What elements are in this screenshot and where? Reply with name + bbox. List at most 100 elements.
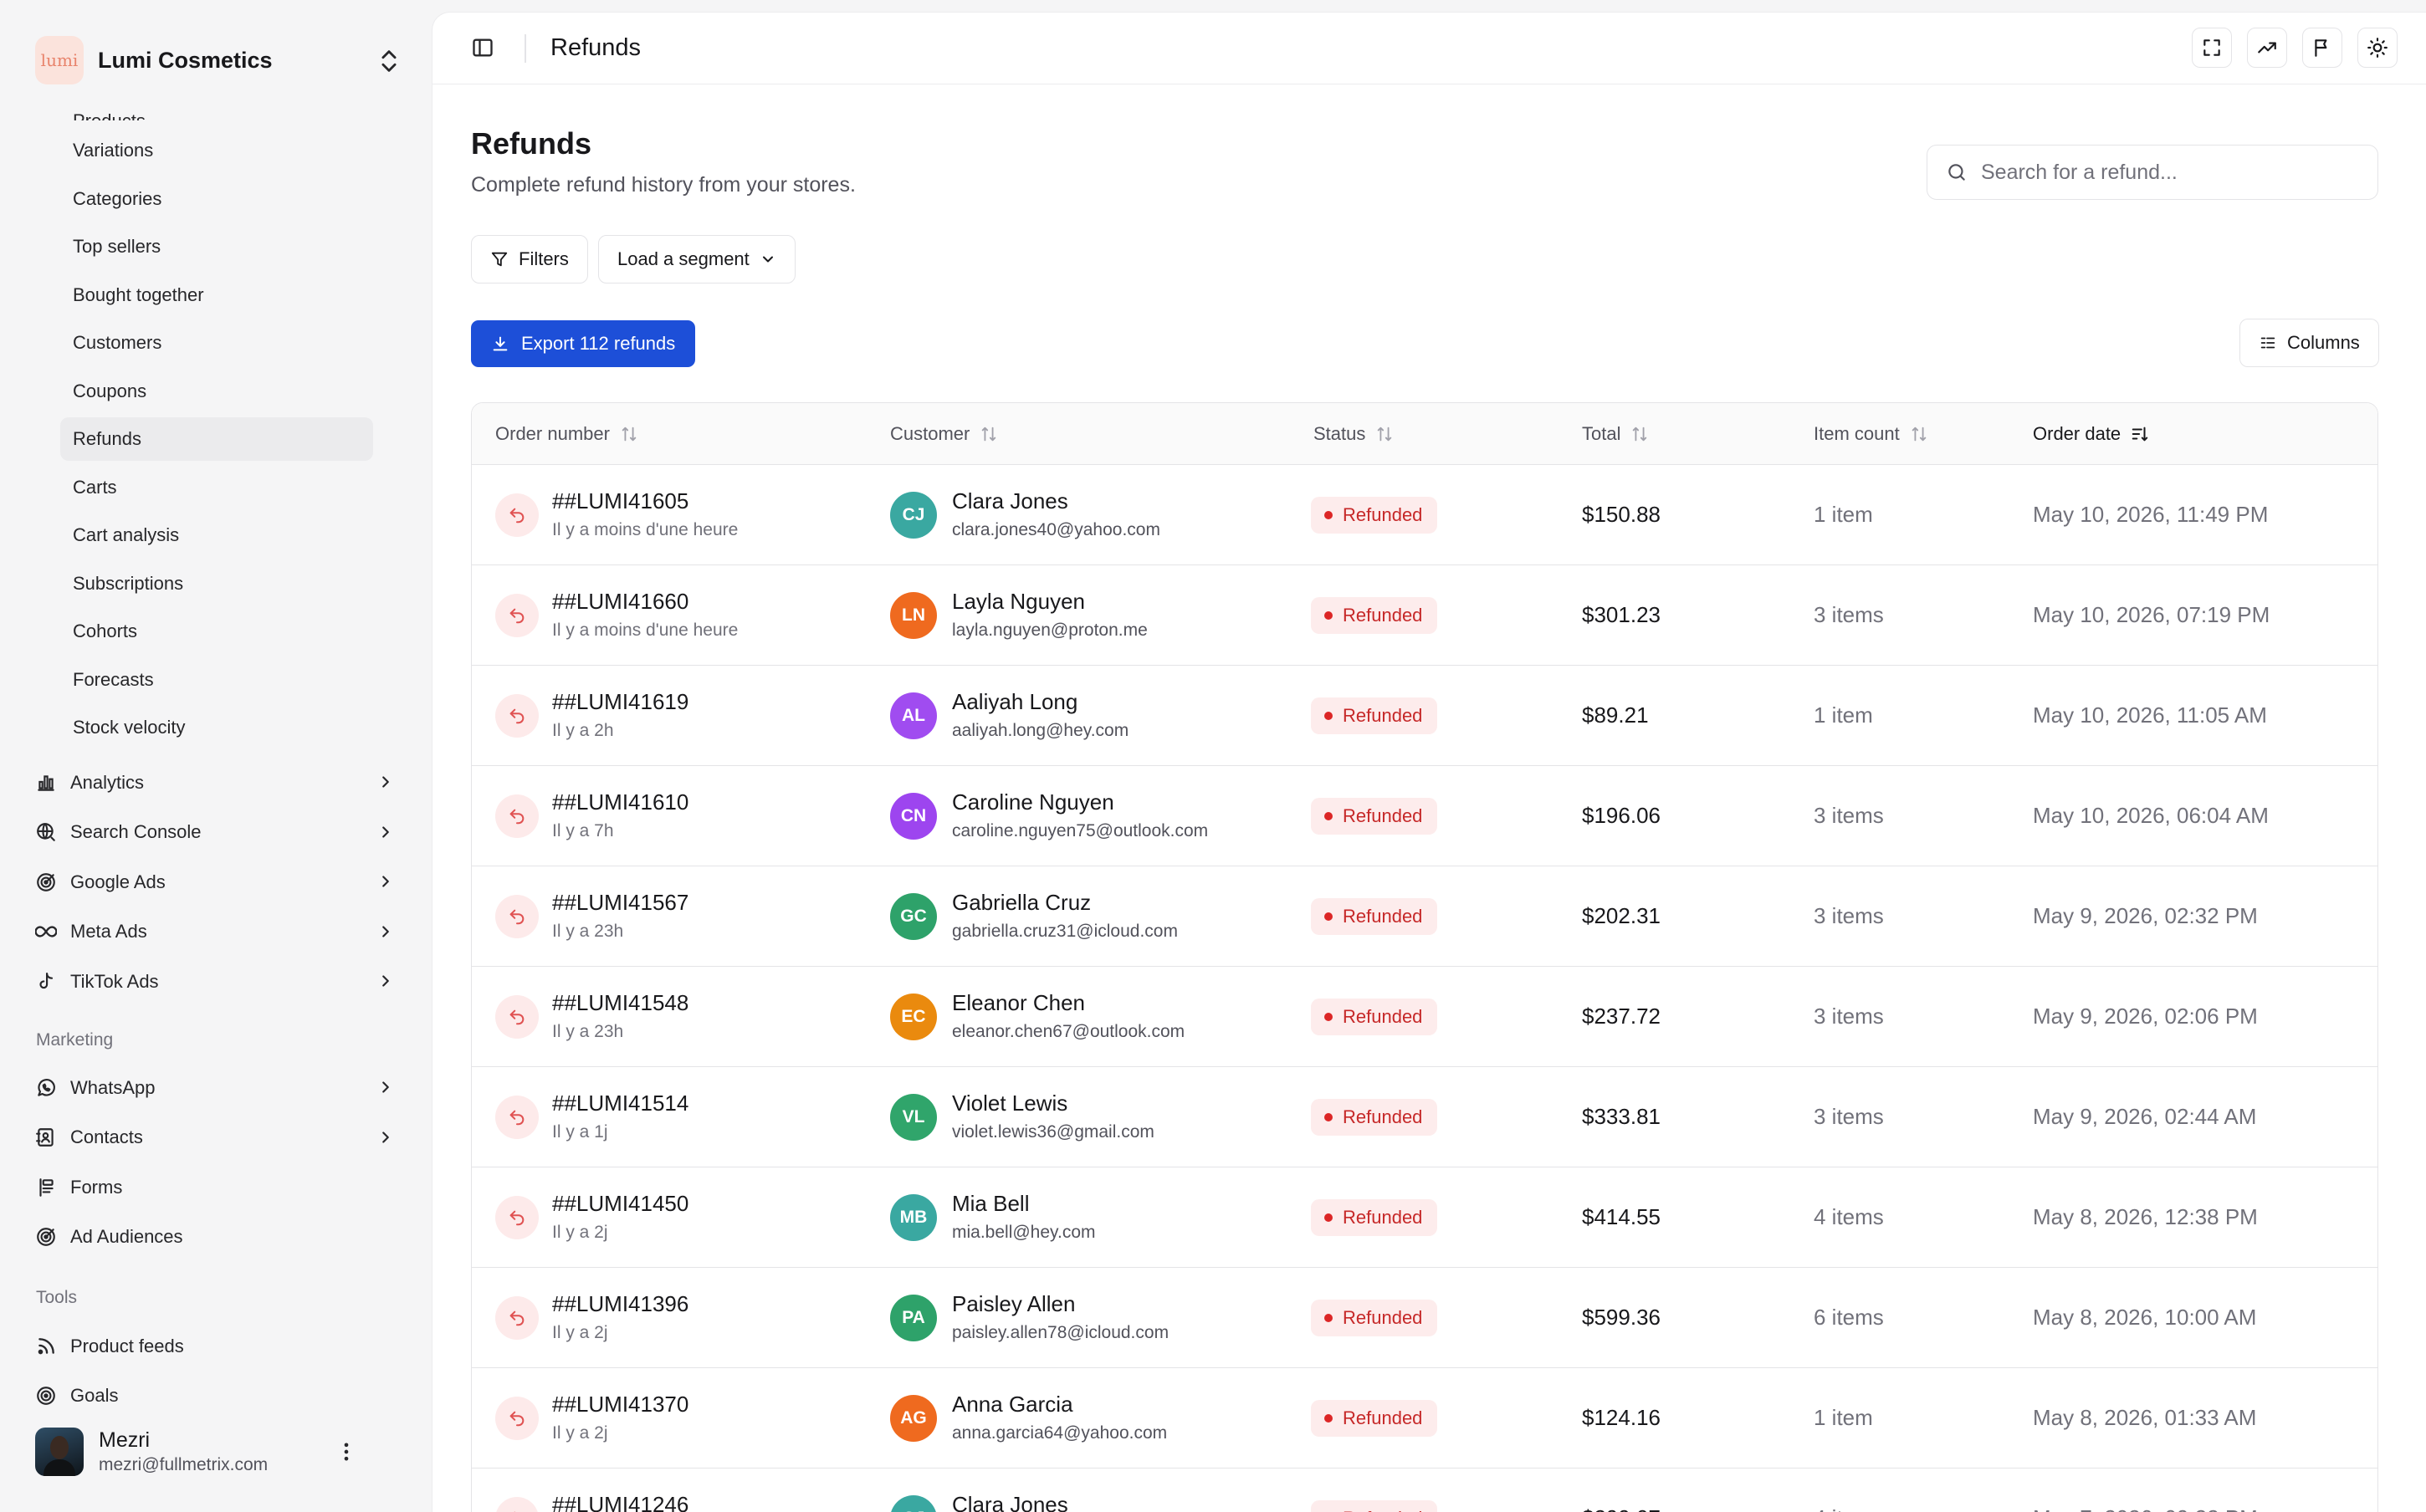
flag-button[interactable] bbox=[2302, 28, 2342, 68]
table-row[interactable]: ##LUMI41610 Il y a 7h CN Caroline Nguyen car… bbox=[472, 766, 2377, 866]
sidebar-item-goals[interactable]: Goals bbox=[35, 1372, 408, 1422]
status-dot bbox=[1324, 1013, 1333, 1021]
table-row[interactable]: ##LUMI41548 Il y a 23h EC Eleanor Chen elean… bbox=[472, 967, 2377, 1067]
sidebar-item-bought-together[interactable]: Bought together bbox=[60, 273, 373, 317]
order-number[interactable]: ##LUMI41605 bbox=[552, 488, 688, 514]
sidebar-item-categories[interactable]: Categories bbox=[60, 177, 373, 221]
order-relative-time: Il y a moins d'une heure bbox=[552, 621, 739, 640]
column-header-status[interactable]: Status bbox=[1313, 423, 1394, 445]
order-date: May 9, 2026, 02:44 AM bbox=[2033, 1104, 2257, 1129]
sidebar-item-customers[interactable]: Customers bbox=[60, 321, 373, 365]
column-header-item-count[interactable]: Item count bbox=[1814, 423, 1928, 445]
table-row[interactable]: ##LUMI41619 Il y a 2h AL Aaliyah Long aaliya… bbox=[472, 666, 2377, 766]
sidebar-item-forms[interactable]: Forms bbox=[35, 1162, 408, 1213]
sidebar-item-contacts[interactable]: Contacts bbox=[35, 1113, 408, 1163]
customer-email: gabriella.cruz31@icloud.com bbox=[952, 922, 1178, 941]
refund-icon-badge bbox=[495, 1497, 539, 1512]
tiktok-icon bbox=[35, 971, 57, 993]
fullscreen-button[interactable] bbox=[2192, 28, 2232, 68]
sidebar-item-top-sellers[interactable]: Top sellers bbox=[60, 225, 373, 268]
store-switcher[interactable]: lumi Lumi Cosmetics bbox=[35, 35, 403, 85]
forms-icon bbox=[35, 1177, 57, 1198]
theme-toggle-button[interactable] bbox=[2357, 28, 2398, 68]
order-number[interactable]: ##LUMI41396 bbox=[552, 1291, 688, 1317]
status-dot bbox=[1324, 712, 1333, 720]
sidebar-item-forecasts[interactable]: Forecasts bbox=[60, 658, 373, 702]
order-number[interactable]: ##LUMI41548 bbox=[552, 990, 688, 1016]
sidebar-toggle-icon[interactable] bbox=[471, 36, 494, 59]
table-body: ##LUMI41605 Il y a moins d'une heure CJ Cla… bbox=[472, 465, 2377, 1512]
columns-button[interactable]: Columns bbox=[2239, 319, 2379, 367]
sidebar-item-label: Google Ads bbox=[70, 871, 166, 892]
customer-name: Layla Nguyen bbox=[952, 589, 1085, 614]
table-row[interactable]: ##LUMI41567 Il y a 23h GC Gabriella Cruz gab… bbox=[472, 866, 2377, 967]
export-button[interactable]: Export 112 refunds bbox=[471, 320, 696, 367]
sidebar-item-stock-velocity[interactable]: Stock velocity bbox=[60, 706, 373, 749]
sidebar-item-search-console[interactable]: Search Console bbox=[35, 808, 408, 858]
table-row[interactable]: ##LUMI41450 Il y a 2j MB Mia Bell mia.bell@h… bbox=[472, 1167, 2377, 1268]
sidebar-item-tiktok-ads[interactable]: TikTok Ads bbox=[35, 957, 408, 1007]
sidebar-item-refunds[interactable]: Refunds bbox=[60, 417, 373, 461]
sidebar-item-whatsapp[interactable]: WhatsApp bbox=[35, 1063, 408, 1113]
filters-label: Filters bbox=[519, 248, 569, 269]
load-segment-dropdown[interactable]: Load a segment bbox=[598, 235, 796, 284]
sidebar-item-coupons[interactable]: Coupons bbox=[60, 370, 373, 413]
refund-icon-badge bbox=[495, 794, 539, 838]
brand-name: Lumi Cosmetics bbox=[98, 47, 273, 73]
customer-email: clara.jones40@yahoo.com bbox=[952, 520, 1160, 539]
sidebar-item-meta-ads[interactable]: Meta Ads bbox=[35, 907, 408, 958]
table-row[interactable]: ##LUMI41660 Il y a moins d'une heure LN Lay… bbox=[472, 565, 2377, 666]
sidebar-item-cart-analysis[interactable]: Cart analysis bbox=[60, 513, 373, 557]
column-header-order-number[interactable]: Order number bbox=[495, 423, 638, 445]
customer-name: Clara Jones bbox=[952, 1492, 1068, 1512]
sidebar-item-subscriptions[interactable]: Subscriptions bbox=[60, 562, 373, 605]
sidebar-item-products[interactable]: Products bbox=[60, 90, 373, 120]
column-header-customer[interactable]: Customer bbox=[890, 423, 998, 445]
table-row[interactable]: ##LUMI41605 Il y a moins d'une heure CJ Cla… bbox=[472, 465, 2377, 565]
column-header-total[interactable]: Total bbox=[1582, 423, 1649, 445]
order-total: $124.16 bbox=[1582, 1405, 1661, 1430]
order-relative-time: Il y a 2h bbox=[552, 721, 614, 740]
sidebar-item-cohorts[interactable]: Cohorts bbox=[60, 610, 373, 653]
fullscreen-icon bbox=[2203, 39, 2220, 56]
sidebar-item-variations[interactable]: Variations bbox=[60, 129, 373, 172]
sidebar-item-ad-audiences[interactable]: Ad Audiences bbox=[35, 1213, 408, 1263]
refund-icon-badge bbox=[495, 694, 539, 738]
sidebar-item-product-feeds[interactable]: Product feeds bbox=[35, 1321, 408, 1372]
sort-icon bbox=[1378, 427, 1392, 442]
sidebar-item-analytics[interactable]: Analytics bbox=[35, 758, 408, 808]
trending-button[interactable] bbox=[2247, 28, 2287, 68]
column-header-order-date[interactable]: Order date bbox=[2033, 423, 2149, 445]
refund-icon bbox=[509, 708, 525, 724]
order-number[interactable]: ##LUMI41450 bbox=[552, 1191, 688, 1217]
more-vertical-icon[interactable] bbox=[335, 1440, 358, 1463]
order-number[interactable]: ##LUMI41610 bbox=[552, 789, 688, 815]
search-input[interactable] bbox=[1981, 160, 2366, 185]
table-row[interactable]: ##LUMI41246 CJ Clara Jones Refunded $299.07 4… bbox=[472, 1469, 2377, 1512]
order-number[interactable]: ##LUMI41370 bbox=[552, 1392, 688, 1418]
sidebar-item-label: Product feeds bbox=[70, 1335, 184, 1356]
order-number[interactable]: ##LUMI41660 bbox=[552, 589, 688, 615]
customer-avatar: LN bbox=[890, 592, 937, 639]
customer-name: Mia Bell bbox=[952, 1191, 1030, 1216]
status-dot bbox=[1324, 611, 1333, 620]
order-number[interactable]: ##LUMI41246 bbox=[552, 1492, 688, 1512]
customer-avatar: CN bbox=[890, 793, 937, 840]
order-number[interactable]: ##LUMI41619 bbox=[552, 689, 688, 715]
table-row[interactable]: ##LUMI41396 Il y a 2j PA Paisley Allen paisl… bbox=[472, 1268, 2377, 1368]
customer-name: Paisley Allen bbox=[952, 1291, 1076, 1316]
chevron-right-icon bbox=[382, 925, 389, 937]
sidebar-item-carts[interactable]: Carts bbox=[60, 466, 373, 509]
order-number[interactable]: ##LUMI41567 bbox=[552, 890, 688, 916]
order-number[interactable]: ##LUMI41514 bbox=[552, 1091, 688, 1116]
whatsapp-icon bbox=[35, 1077, 57, 1099]
customer-name: Eleanor Chen bbox=[952, 990, 1085, 1015]
table-row[interactable]: ##LUMI41370 Il y a 2j AG Anna Garcia anna.ga… bbox=[472, 1368, 2377, 1469]
user-profile[interactable]: Mezri mezri@fullmetrix.com bbox=[35, 1427, 408, 1477]
order-relative-time: Il y a moins d'une heure bbox=[552, 520, 739, 539]
filters-button[interactable]: Filters bbox=[471, 235, 588, 284]
customer-avatar: CJ bbox=[890, 1495, 937, 1512]
table-row[interactable]: ##LUMI41514 Il y a 1j VL Violet Lewis violet… bbox=[472, 1067, 2377, 1167]
topbar-title: Refunds bbox=[550, 34, 642, 61]
sidebar-item-google-ads[interactable]: Google Ads bbox=[35, 857, 408, 907]
